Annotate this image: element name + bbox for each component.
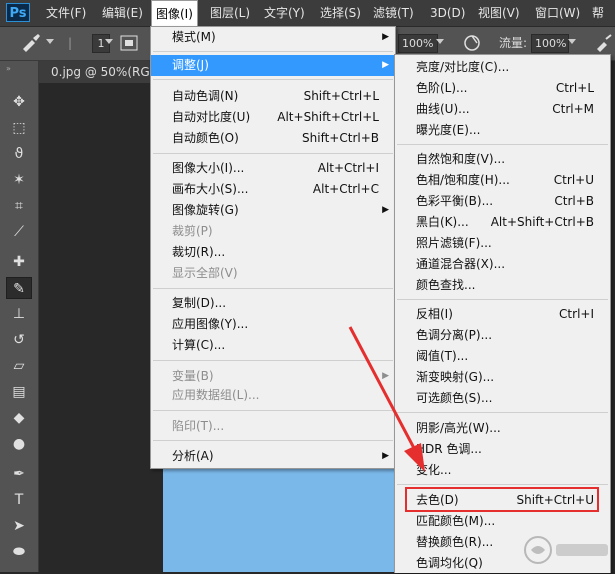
annotation-arrow [348,326,425,472]
watermark-logo [524,536,608,564]
